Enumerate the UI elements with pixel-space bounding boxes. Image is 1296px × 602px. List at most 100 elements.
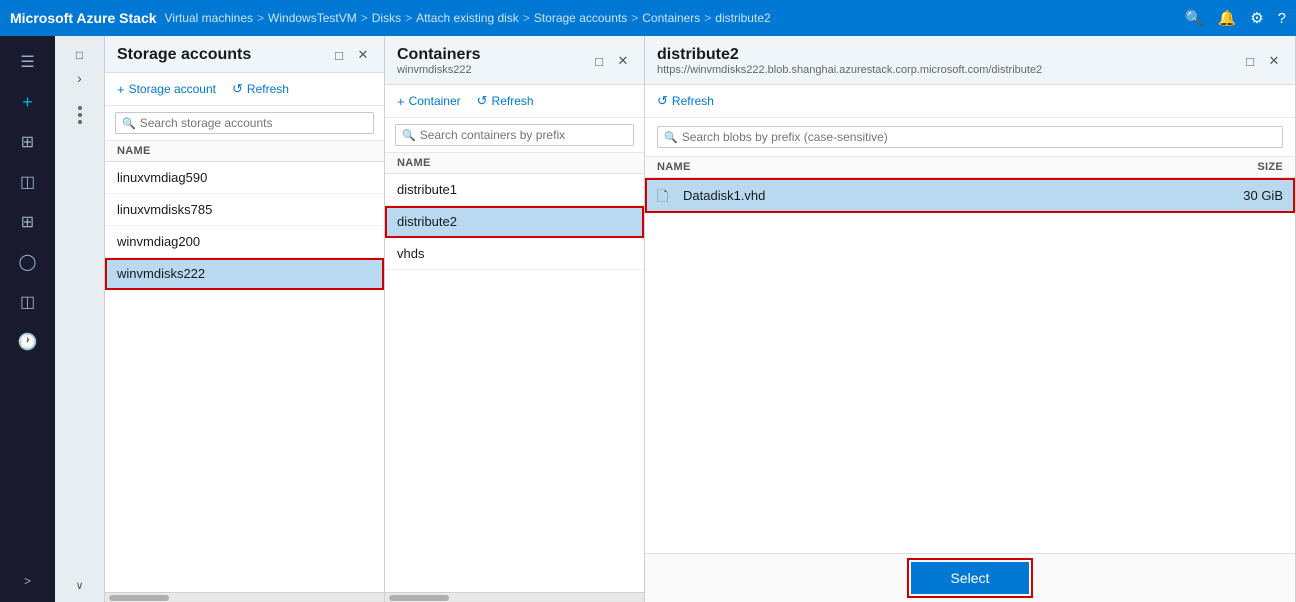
sep2: > — [361, 11, 368, 25]
blade-containers-title: Containers — [397, 46, 481, 64]
storage-search-input[interactable] — [140, 116, 367, 130]
collapse-arrow[interactable]: ∨ — [75, 579, 83, 592]
breadcrumb-attach[interactable]: Attach existing disk — [416, 11, 519, 25]
sidebar-dashboard-icon[interactable]: ⊞ — [8, 124, 48, 160]
storage-hscroll[interactable] — [105, 592, 384, 602]
storage-list-header: NAME — [105, 141, 384, 162]
blade-containers-minimize[interactable]: □ — [590, 52, 608, 70]
blade-distribute2-subtitle: https://winvmdisks222.blob.shanghai.azur… — [657, 64, 1042, 76]
breadcrumb-disks[interactable]: Disks — [372, 11, 401, 25]
distribute2-col-size: SIZE — [1203, 161, 1283, 173]
blob-item[interactable]: 🗋 Datadisk1.vhd 30 GiB — [645, 178, 1295, 213]
collapsed-bottom: ∨ — [75, 579, 83, 592]
blade-containers-subtitle: winvmdisks222 — [397, 64, 481, 76]
storage-hscroll-thumb — [109, 595, 169, 601]
blade-distribute2-title: distribute2 — [657, 46, 1042, 64]
distribute2-list-header: NAME SIZE — [645, 157, 1295, 178]
breadcrumb-containers[interactable]: Containers — [642, 11, 700, 25]
list-item[interactable]: winvmdiag200 — [105, 226, 384, 258]
sep6: > — [704, 11, 711, 25]
list-item[interactable]: vhds — [385, 238, 644, 270]
brand-logo: Microsoft Azure Stack — [10, 10, 157, 26]
main-container: ☰ + ⊞ ◫ ⊞ ◯ ◫ 🕐 > □ › ∨ Storage accoun — [0, 36, 1296, 602]
collapsed-toggle-icon[interactable]: □ — [72, 44, 87, 66]
containers-list: distribute1 distribute2 vhds — [385, 174, 644, 592]
breadcrumb-distribute2[interactable]: distribute2 — [715, 11, 770, 25]
storage-item-name: linuxvmdisks785 — [117, 202, 372, 217]
blade-storage-minimize[interactable]: □ — [330, 46, 348, 64]
storage-list: linuxvmdiag590 linuxvmdisks785 winvmdiag… — [105, 162, 384, 592]
help-icon[interactable]: ? — [1278, 10, 1286, 27]
top-bar-icons: 🔍 🔔 ⚙ ? — [1185, 9, 1286, 27]
refresh-storage-button[interactable]: ↺ Refresh — [232, 81, 289, 97]
blade-distribute2-toolbar: ↺ Refresh — [645, 85, 1295, 118]
list-item[interactable]: distribute2 — [385, 206, 644, 238]
list-item[interactable]: winvmdisks222 — [105, 258, 384, 290]
gear-icon[interactable]: ⚙ — [1250, 9, 1263, 27]
containers-search-box[interactable]: 🔍 — [395, 124, 634, 146]
search-icon[interactable]: 🔍 — [1185, 9, 1204, 27]
breadcrumb-storage[interactable]: Storage accounts — [534, 11, 627, 25]
storage-col-name: NAME — [117, 145, 372, 157]
breadcrumb-windowstestvm[interactable]: WindowsTestVM — [268, 11, 357, 25]
blade-storage-controls: □ ✕ — [330, 46, 372, 64]
refresh-containers-button[interactable]: ↺ Refresh — [477, 93, 534, 109]
blade-storage-header: Storage accounts □ ✕ — [105, 36, 384, 73]
blade-distribute2-close[interactable]: ✕ — [1265, 52, 1283, 70]
add-container-button[interactable]: + Container — [397, 94, 461, 109]
refresh-storage-label: Refresh — [247, 82, 289, 96]
sidebar-circle-icon[interactable]: ◯ — [8, 244, 48, 280]
refresh-distribute2-button[interactable]: ↺ Refresh — [657, 93, 714, 109]
sidebar-resources-icon[interactable]: ◫ — [8, 164, 48, 200]
containers-search-icon: 🔍 — [402, 129, 416, 142]
sidebar-add-icon[interactable]: + — [8, 84, 48, 120]
blades-container: Storage accounts □ ✕ + Storage account ↺… — [105, 36, 1296, 602]
blade-distribute2-minimize[interactable]: □ — [1241, 52, 1259, 70]
distribute2-search-icon: 🔍 — [664, 131, 678, 144]
breadcrumb-vm[interactable]: Virtual machines — [165, 11, 254, 25]
blade-containers-close[interactable]: ✕ — [614, 52, 632, 70]
breadcrumb: Virtual machines > WindowsTestVM > Disks… — [165, 11, 1177, 25]
add-container-icon: + — [397, 94, 405, 109]
blade-distribute2-search: 🔍 — [645, 118, 1295, 157]
blade-distribute2-controls: □ ✕ — [1241, 52, 1283, 70]
refresh-containers-icon: ↺ — [477, 93, 488, 109]
storage-search-icon: 🔍 — [122, 117, 136, 130]
sidebar: ☰ + ⊞ ◫ ⊞ ◯ ◫ 🕐 > — [0, 36, 55, 602]
distribute2-search-box[interactable]: 🔍 — [657, 126, 1283, 148]
refresh-distribute2-icon: ↺ — [657, 93, 668, 109]
sep1: > — [257, 11, 264, 25]
select-button[interactable]: Select — [911, 562, 1030, 594]
blob-size: 30 GiB — [1203, 188, 1283, 203]
container-item-name: distribute1 — [397, 182, 632, 197]
bell-icon[interactable]: 🔔 — [1218, 9, 1237, 27]
containers-hscroll[interactable] — [385, 592, 644, 602]
refresh-containers-label: Refresh — [492, 94, 534, 108]
sidebar-marketplace-icon[interactable]: ⊞ — [8, 204, 48, 240]
containers-search-input[interactable] — [420, 128, 627, 142]
containers-col-name: NAME — [397, 157, 632, 169]
sep4: > — [523, 11, 530, 25]
sidebar-menu-icon[interactable]: ☰ — [8, 44, 48, 80]
blade-storage-toolbar: + Storage account ↺ Refresh — [105, 73, 384, 106]
sidebar-expand-icon[interactable]: > — [20, 570, 35, 592]
blade-containers-header: Containers winvmdisks222 □ ✕ — [385, 36, 644, 85]
list-item[interactable]: linuxvmdiag590 — [105, 162, 384, 194]
blade-storage-search: 🔍 — [105, 106, 384, 141]
add-storage-account-button[interactable]: + Storage account — [117, 82, 216, 97]
storage-search-box[interactable]: 🔍 — [115, 112, 374, 134]
blade-storage-close[interactable]: ✕ — [354, 46, 372, 64]
blade-storage-accounts: Storage accounts □ ✕ + Storage account ↺… — [105, 36, 385, 602]
storage-item-name: linuxvmdiag590 — [117, 170, 372, 185]
list-item[interactable]: distribute1 — [385, 174, 644, 206]
sidebar-monitor-icon[interactable]: ◫ — [8, 284, 48, 320]
sidebar-clock-icon[interactable]: 🕐 — [8, 324, 48, 360]
storage-item-name: winvmdisks222 — [117, 266, 372, 281]
blade-distribute2-footer: Select — [645, 553, 1295, 602]
distribute2-list: 🗋 Datadisk1.vhd 30 GiB — [645, 178, 1295, 553]
refresh-distribute2-label: Refresh — [672, 94, 714, 108]
collapsed-chevron-icon[interactable]: › — [77, 70, 82, 86]
list-item[interactable]: linuxvmdisks785 — [105, 194, 384, 226]
distribute2-search-input[interactable] — [682, 130, 1276, 144]
container-item-name: vhds — [397, 246, 632, 261]
